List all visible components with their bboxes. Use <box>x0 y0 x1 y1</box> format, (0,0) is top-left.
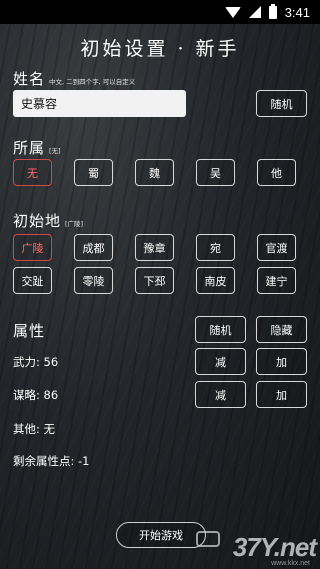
faction-option[interactable]: 魏 <box>135 159 174 186</box>
name-input[interactable]: 史慕容 <box>13 90 186 117</box>
clock: 3:41 <box>284 4 310 20</box>
game-screen: 3:41 初始设置 · 新手 姓名 中文, 二到四个字, 可以自定义 史慕容 随机… <box>0 0 320 569</box>
faction-option[interactable]: 他 <box>257 159 296 186</box>
faction-option[interactable]: 吴 <box>196 159 235 186</box>
watermark-logo: 37Y.net <box>232 532 317 562</box>
hide-attributes-button[interactable]: 隐藏 <box>256 316 307 343</box>
faction-note: [无] <box>49 147 61 155</box>
origin-option[interactable]: 交趾 <box>13 267 52 294</box>
origin-option[interactable]: 豫章 <box>135 234 174 261</box>
name-section-label: 姓名 中文, 二到四个字, 可以自定义 <box>13 68 135 89</box>
faction-option[interactable]: 无 <box>13 159 52 186</box>
name-label: 姓名 <box>13 70 46 88</box>
origin-option[interactable]: 宛 <box>196 234 235 261</box>
origin-label: 初始地 <box>13 212 62 230</box>
attributes-label: 属性 <box>13 322 46 340</box>
watermark: 37Y.net www.kkx.net <box>196 531 317 567</box>
other-stat: 其他: 无 <box>13 422 56 436</box>
name-note: 中文, 二到四个字, 可以自定义 <box>49 78 136 86</box>
battery-icon <box>268 3 277 19</box>
wifi-icon <box>224 6 241 18</box>
origin-option[interactable]: 建宁 <box>257 267 296 294</box>
remaining-points: 剩余属性点: -1 <box>13 454 90 468</box>
origin-section-label: 初始地 [广陵] <box>13 210 83 231</box>
origin-option[interactable]: 南皮 <box>196 267 235 294</box>
faction-section-label: 所属 [无] <box>13 137 61 158</box>
page-title: 初始设置 · 新手 <box>80 38 240 60</box>
watermark-chip-icon <box>196 531 220 547</box>
faction-label: 所属 <box>13 139 46 157</box>
start-game-button[interactable]: 开始游戏 <box>116 522 206 548</box>
random-attributes-button[interactable]: 随机 <box>195 316 246 343</box>
status-bar: 3:41 <box>0 0 320 24</box>
strength-decrease-button[interactable]: 减 <box>195 348 246 375</box>
faction-option[interactable]: 蜀 <box>74 159 113 186</box>
strategy-increase-button[interactable]: 加 <box>256 381 307 408</box>
origin-note: [广陵] <box>65 220 84 228</box>
origin-option[interactable]: 下邳 <box>135 267 174 294</box>
watermark-url: www.kkx.net <box>271 560 310 567</box>
origin-option[interactable]: 零陵 <box>74 267 113 294</box>
origin-option[interactable]: 官渡 <box>257 234 296 261</box>
origin-option[interactable]: 广陵 <box>13 234 52 261</box>
random-name-button[interactable]: 随机 <box>256 90 307 117</box>
strategy-decrease-button[interactable]: 减 <box>195 381 246 408</box>
origin-option[interactable]: 成都 <box>74 234 113 261</box>
strategy-stat: 谋略: 86 <box>13 388 59 402</box>
strength-stat: 武力: 56 <box>13 355 59 369</box>
strength-increase-button[interactable]: 加 <box>256 348 307 375</box>
signal-icon <box>248 6 261 18</box>
